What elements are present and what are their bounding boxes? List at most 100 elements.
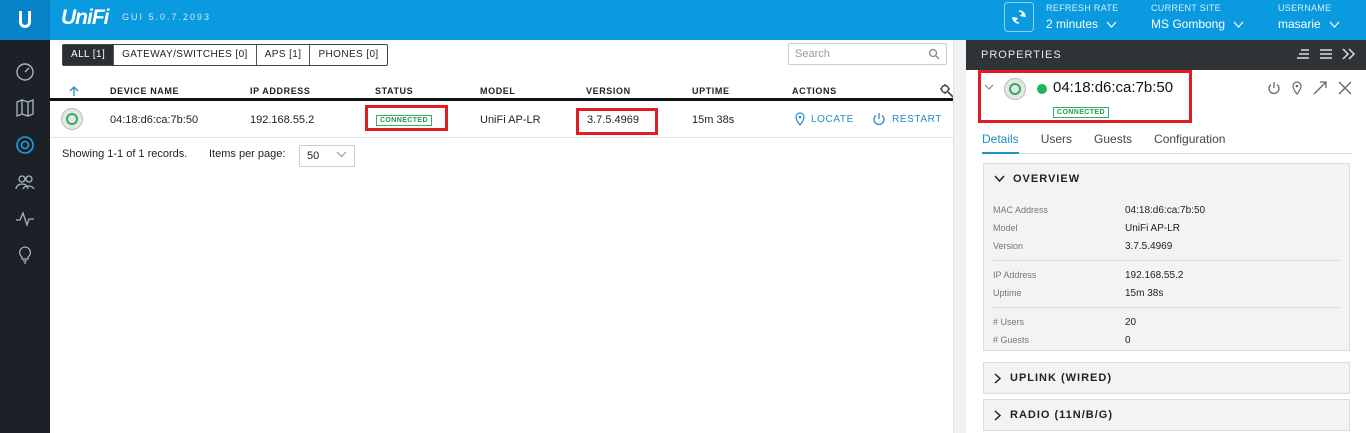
column-model[interactable]: MODEL [480, 86, 516, 96]
refresh-rate-selector[interactable]: REFRESH RATE 2 minutes [1046, 3, 1118, 31]
device-status-icon [61, 108, 83, 130]
restart-button[interactable]: RESTART [872, 112, 942, 126]
divider [992, 307, 1340, 308]
tab-details[interactable]: Details [982, 132, 1019, 154]
sort-up-icon[interactable] [69, 86, 79, 97]
status-highlight-box [365, 105, 448, 131]
guests-value: 0 [1125, 335, 1131, 346]
gui-version: GUI 5.0.7.2093 [122, 12, 212, 22]
overview-toggle[interactable]: OVERVIEW [984, 164, 1349, 194]
uplink-section[interactable]: UPLINK (WIRED) [983, 362, 1350, 394]
site-selector[interactable]: CURRENT SITE MS Gombong [1151, 3, 1244, 31]
filter-tab-gateway-switches[interactable]: GATEWAY/SWITCHES [0] [113, 45, 256, 65]
devices-icon[interactable] [15, 135, 35, 155]
chevron-right-icon [994, 372, 1002, 384]
username-value: masarie [1278, 17, 1321, 31]
user-menu[interactable]: USERNAME masarie [1278, 3, 1340, 31]
tab-configuration[interactable]: Configuration [1154, 132, 1225, 153]
mac-label: MAC Address [993, 205, 1049, 215]
chevron-down-icon [1106, 21, 1117, 28]
insights-icon[interactable] [15, 245, 35, 265]
column-status[interactable]: STATUS [375, 86, 413, 96]
power-icon[interactable] [1267, 81, 1281, 95]
ip-label: IP Address [993, 270, 1037, 280]
table-row[interactable]: 04:18:d6:ca:7b:50 192.168.55.2 CONNECTED… [50, 104, 966, 138]
column-ip-address[interactable]: IP ADDRESS [250, 86, 311, 96]
panel-splitter[interactable] [953, 40, 966, 433]
ubiquiti-logo-icon[interactable] [0, 0, 50, 40]
items-per-page-select[interactable]: 50 [299, 145, 355, 167]
locate-button[interactable]: LOCATE [795, 112, 854, 126]
collapse-panel-icon[interactable] [1342, 48, 1356, 60]
expand-icon[interactable] [1313, 81, 1327, 95]
sidebar [0, 40, 50, 433]
chevron-down-icon [1233, 21, 1244, 28]
cell-device-name[interactable]: 04:18:d6:ca:7b:50 [110, 114, 198, 126]
close-icon[interactable] [1338, 81, 1352, 95]
tab-guests[interactable]: Guests [1094, 132, 1132, 153]
restart-label: RESTART [892, 113, 942, 125]
sort-lines-icon[interactable] [1296, 48, 1310, 60]
items-per-page-label: Items per page: [209, 148, 286, 160]
ip-value: 192.168.55.2 [1125, 270, 1184, 281]
radio-title: RADIO (11N/B/G) [1010, 409, 1114, 421]
radio-section[interactable]: RADIO (11N/B/G) [983, 399, 1350, 431]
properties-tabs: Details Users Guests Configuration [982, 132, 1352, 154]
cell-model: UniFi AP-LR [480, 114, 541, 126]
table-header: DEVICE NAME IP ADDRESS STATUS MODEL VERS… [50, 84, 966, 101]
filter-tab-phones[interactable]: PHONES [0] [309, 45, 386, 65]
menu-icon[interactable] [1319, 48, 1333, 60]
radio-toggle[interactable]: RADIO (11N/B/G) [984, 400, 1349, 430]
search-input[interactable]: Search [788, 43, 947, 65]
refresh-rate-label: REFRESH RATE [1046, 3, 1119, 13]
top-bar: UniFi GUI 5.0.7.2093 REFRESH RATE 2 minu… [0, 0, 1366, 40]
properties-title: PROPERTIES [981, 49, 1062, 61]
chevron-right-icon [994, 409, 1002, 421]
dashboard-icon[interactable] [15, 62, 35, 82]
search-placeholder: Search [795, 48, 830, 60]
tab-users[interactable]: Users [1041, 132, 1072, 153]
clients-icon[interactable] [15, 172, 35, 192]
location-pin-icon [795, 112, 805, 126]
column-version[interactable]: VERSION [586, 86, 631, 96]
power-icon [873, 113, 885, 126]
cell-uptime: 15m 38s [692, 114, 735, 126]
current-site-value: MS Gombong [1151, 17, 1226, 31]
users-label: # Users [993, 317, 1025, 327]
records-summary: Showing 1-1 of 1 records. [62, 148, 188, 160]
refresh-rate-value: 2 minutes [1046, 17, 1099, 31]
map-icon[interactable] [15, 98, 35, 118]
location-pin-icon[interactable] [1292, 81, 1302, 95]
filter-tab-all[interactable]: ALL [1] [63, 45, 114, 65]
device-filter-tabs: ALL [1] GATEWAY/SWITCHES [0] APS [1] PHO… [62, 44, 388, 66]
model-label: Model [993, 223, 1018, 233]
uptime-label: Uptime [993, 288, 1022, 298]
chevron-down-icon [994, 175, 1005, 183]
version-label: Version [993, 241, 1024, 251]
column-device-name[interactable]: DEVICE NAME [110, 86, 179, 96]
filter-tab-aps[interactable]: APS [1] [255, 45, 310, 65]
properties-panel: PROPERTIES 04:18:d6:ca:7b:50 CONNECTED D… [966, 40, 1366, 433]
refresh-icon[interactable] [1004, 2, 1034, 32]
overview-section: OVERVIEW MAC Address 04:18:d6:ca:7b:50 M… [983, 163, 1350, 351]
overview-title: OVERVIEW [1013, 173, 1081, 185]
locate-label: LOCATE [811, 113, 854, 125]
current-site-label: CURRENT SITE [1151, 3, 1221, 13]
version-value: 3.7.5.4969 [1125, 241, 1173, 252]
main-panel: ALL [1] GATEWAY/SWITCHES [0] APS [1] PHO… [50, 40, 966, 433]
device-highlight-box [978, 70, 1192, 123]
column-uptime[interactable]: UPTIME [692, 86, 730, 96]
uplink-title: UPLINK (WIRED) [1010, 372, 1112, 384]
divider [992, 260, 1340, 261]
mac-value: 04:18:d6:ca:7b:50 [1125, 205, 1206, 216]
model-value: UniFi AP-LR [1125, 223, 1181, 234]
guests-label: # Guests [993, 335, 1030, 345]
chevron-down-icon [336, 151, 347, 158]
uplink-toggle[interactable]: UPLINK (WIRED) [984, 363, 1349, 393]
brand-name: UniFi [61, 6, 109, 29]
column-actions: ACTIONS [792, 86, 837, 96]
version-highlight-box [576, 108, 658, 135]
users-value: 20 [1125, 317, 1137, 328]
username-label: USERNAME [1278, 3, 1332, 13]
statistics-icon[interactable] [15, 209, 35, 229]
